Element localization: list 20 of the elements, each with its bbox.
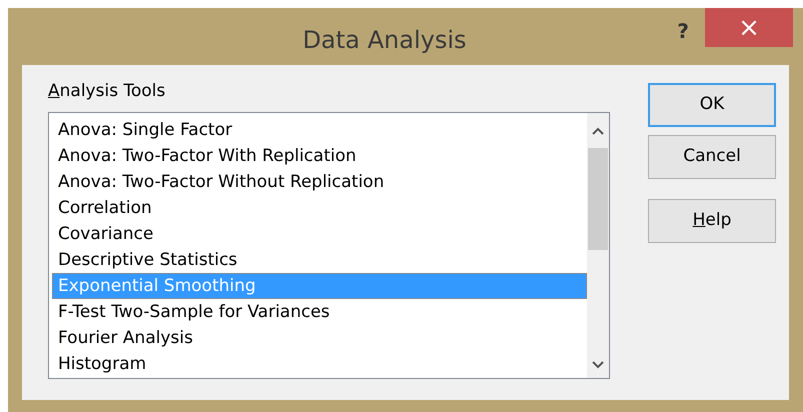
window-title: Data Analysis: [302, 25, 466, 56]
tool-list-item[interactable]: Fourier Analysis: [52, 325, 587, 351]
dialog-button[interactable]: OK: [648, 83, 776, 127]
tool-list-item[interactable]: Anova: Two-Factor With Replication: [52, 143, 587, 169]
tool-list-item[interactable]: F-Test Two-Sample for Variances: [52, 299, 587, 325]
scrollbar[interactable]: [587, 113, 609, 378]
dialog-button[interactable]: Help: [648, 199, 776, 243]
scroll-up-icon[interactable]: [591, 126, 605, 136]
tool-list-item[interactable]: Anova: Two-Factor Without Replication: [52, 169, 587, 195]
close-button[interactable]: ×: [705, 8, 793, 47]
scroll-down-icon[interactable]: [591, 360, 605, 370]
scrollbar-thumb[interactable]: [588, 148, 608, 250]
list-label: Analysis Tools: [48, 80, 166, 103]
help-button[interactable]: ?: [661, 14, 705, 48]
tool-list-item[interactable]: Histogram: [52, 351, 587, 377]
tool-list-item[interactable]: Descriptive Statistics: [52, 247, 587, 273]
dialog-button[interactable]: Cancel: [648, 135, 776, 179]
tool-list-item[interactable]: Covariance: [52, 221, 587, 247]
tool-list-item[interactable]: Correlation: [52, 195, 587, 221]
tool-list-item[interactable]: Anova: Single Factor: [52, 117, 587, 143]
